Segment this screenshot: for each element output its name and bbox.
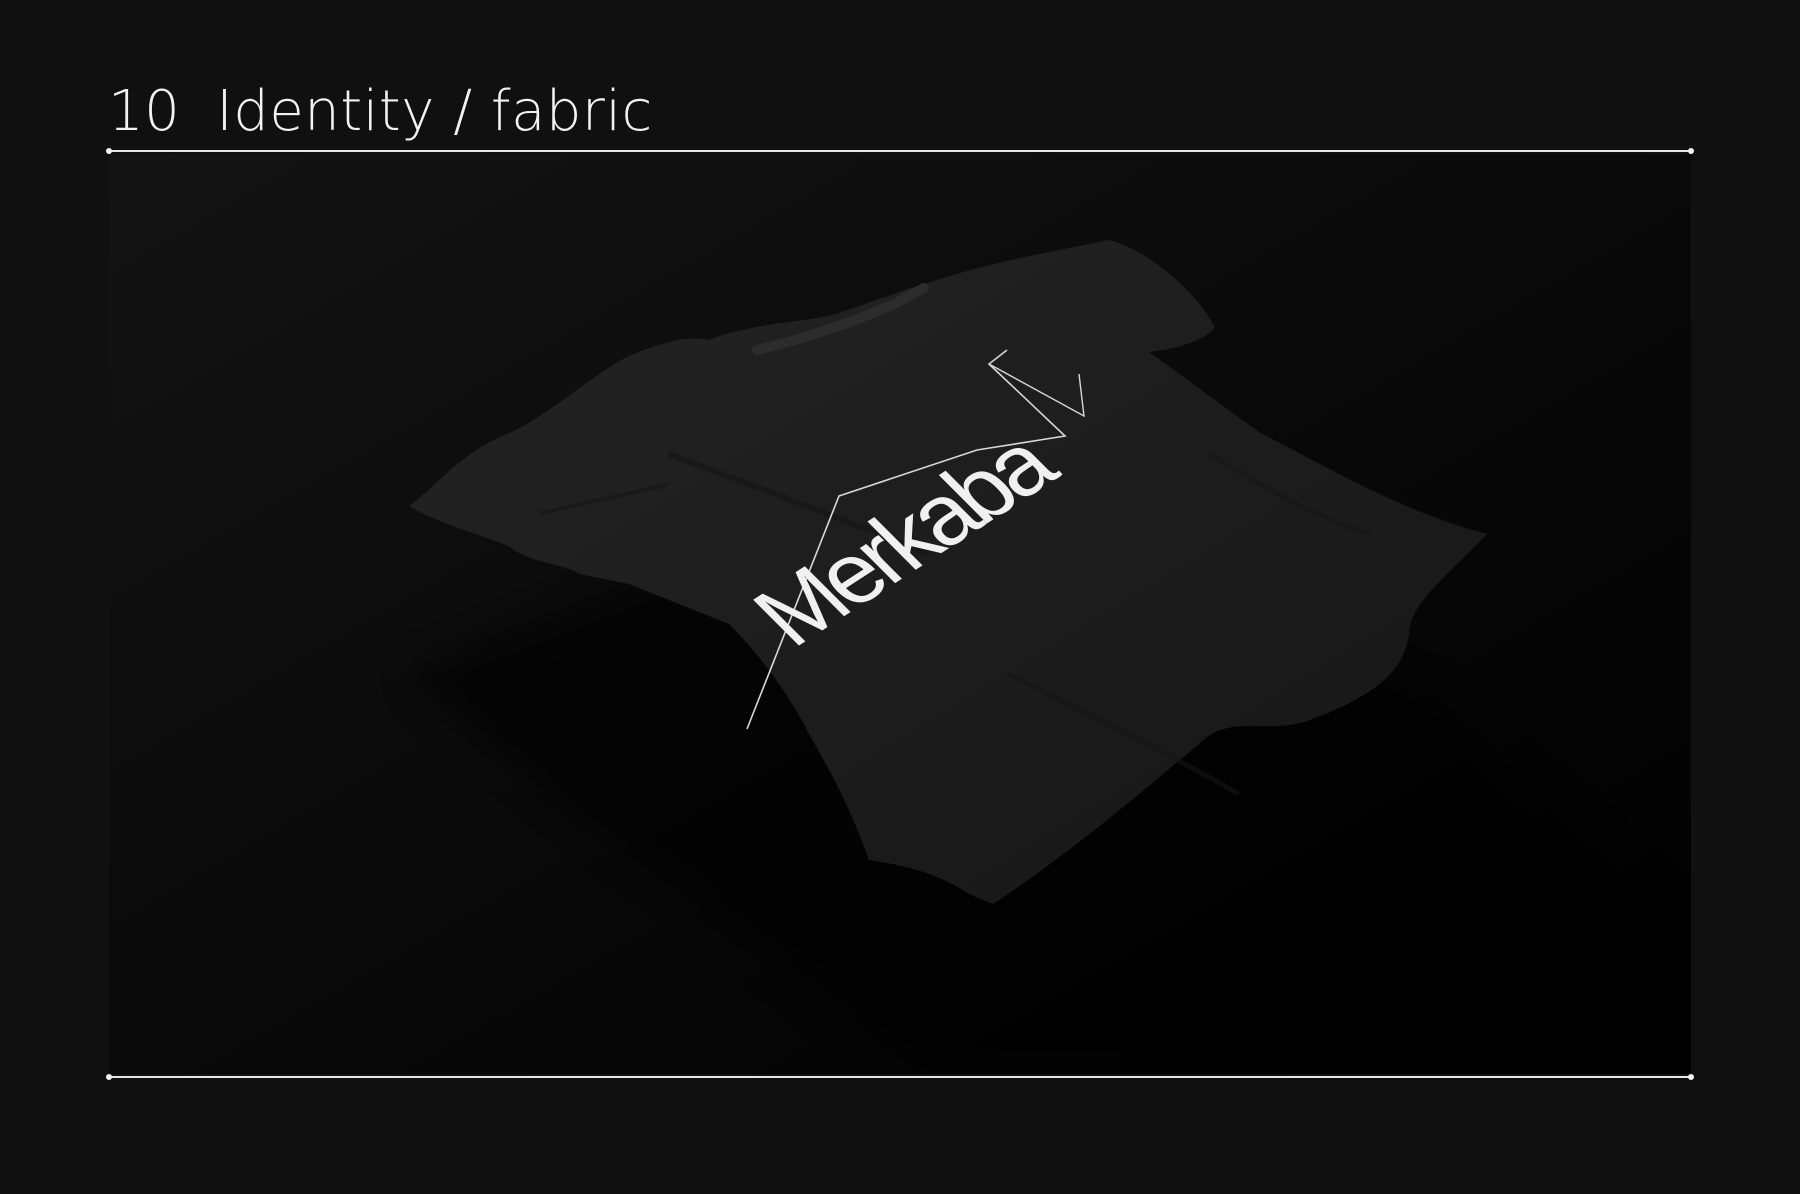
top-divider: [109, 150, 1691, 152]
bottom-left-divider-dot: [106, 1074, 112, 1080]
slide: 10 Identity / fabric Merkaba: [0, 0, 1800, 1194]
section-heading: 10 Identity / fabric: [108, 76, 653, 146]
section-number: 10: [108, 78, 181, 144]
section-title: Identity / fabric: [216, 78, 653, 144]
bottom-divider: [109, 1076, 1691, 1078]
bottom-right-divider-dot: [1688, 1074, 1694, 1080]
tshirt-mockup-image: Merkaba: [109, 154, 1691, 1074]
